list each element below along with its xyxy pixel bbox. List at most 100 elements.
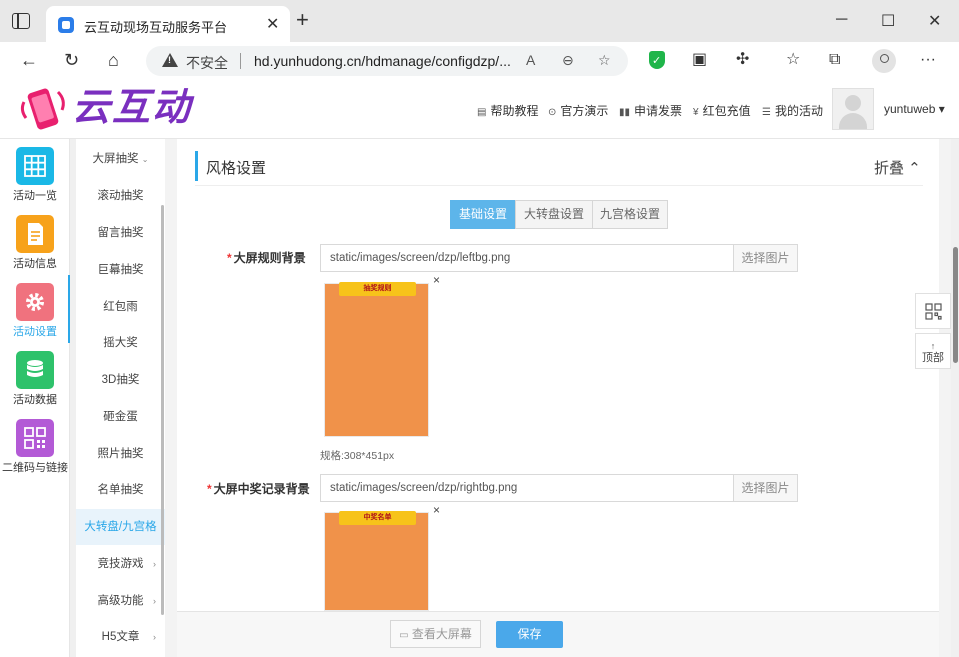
winner-bg-input[interactable]: static/images/screen/dzp/rightbg.png xyxy=(320,474,734,502)
required-mark: * xyxy=(207,482,212,496)
sub-item-advanced[interactable]: 高级功能 › xyxy=(76,583,165,619)
sub-item-list-lottery[interactable]: 名单抽奖 xyxy=(76,472,165,508)
sub-item-games[interactable]: 竞技游戏 › xyxy=(76,546,165,582)
tab-title: 云互动现场互动服务平台 xyxy=(84,20,228,35)
sidebar-item-data[interactable]: 活动数据 xyxy=(0,343,70,411)
window-close-button[interactable]: ✕ xyxy=(928,11,941,31)
tab-wheel-settings[interactable]: 大转盘设置 xyxy=(515,200,593,229)
tab-close-icon[interactable]: ✕ xyxy=(266,14,279,34)
sub-item-red-packet-rain[interactable]: 红包雨 xyxy=(76,289,165,325)
sub-item-label: 大转盘/九宫格 xyxy=(84,521,157,533)
profile-icon[interactable] xyxy=(872,49,896,73)
grid-icon xyxy=(16,147,54,185)
shield-extension-icon[interactable] xyxy=(649,51,665,70)
tab-basic-settings[interactable]: 基础设置 xyxy=(450,200,516,229)
sub-item-photo-lottery[interactable]: 照片抽奖 xyxy=(76,436,165,472)
username-dropdown[interactable]: yuntuweb ▾ xyxy=(884,102,945,116)
sidebar-label: 活动一览 xyxy=(13,190,57,202)
collections-icon[interactable]: ⧉ xyxy=(829,51,840,69)
sidebar-item-info[interactable]: 活动信息 xyxy=(0,207,70,275)
preview-label: 查看大屏幕 xyxy=(411,627,472,641)
winner-bg-label: * 大屏中奖记录背景 xyxy=(207,480,310,497)
sidebar-label: 活动设置 xyxy=(13,326,57,338)
sidebar-item-overview[interactable]: 活动一览 xyxy=(0,139,70,207)
url-text[interactable]: hd.yunhudong.cn/hdmanage/configdzp/... xyxy=(254,53,511,69)
extension-icon[interactable]: ▣ xyxy=(692,51,707,69)
required-mark: * xyxy=(227,251,232,265)
sidebar-label: 活动数据 xyxy=(13,394,57,406)
qrcode-float-button[interactable] xyxy=(915,293,951,329)
rule-bg-pick-button[interactable]: 选择图片 xyxy=(733,244,798,272)
preview-screen-button[interactable]: ▭ 查看大屏幕 xyxy=(390,620,481,648)
sub-item-screen-lottery[interactable]: 大屏抽奖 ⌄ xyxy=(76,141,165,177)
browser-tab[interactable]: 云互动现场互动服务平台 ✕ xyxy=(46,6,290,42)
nav-recharge-label: 红包充值 xyxy=(702,104,751,118)
sub-item-label: H5文章 xyxy=(101,631,140,643)
sub-item-label: 高级功能 xyxy=(97,595,144,607)
nav-recharge[interactable]: ¥ 红包充值 xyxy=(693,102,751,119)
sub-item-3d-lottery[interactable]: 3D抽奖 xyxy=(76,362,165,398)
monitor-icon: ▭ xyxy=(399,630,409,641)
back-to-top-label: 顶部 xyxy=(922,352,944,364)
winner-bg-thumbnail: 中奖名单 xyxy=(324,511,429,611)
sub-item-label: 滚动抽奖 xyxy=(97,190,144,202)
chevron-right-icon: › xyxy=(153,559,156,569)
sub-item-golden-egg[interactable]: 砸金蛋 xyxy=(76,399,165,435)
reload-icon[interactable]: ↻ xyxy=(64,50,79,70)
nav-invoice-label: 申请发票 xyxy=(634,104,683,118)
sub-item-wheel-grid[interactable]: 大转盘/九宫格 xyxy=(76,509,165,545)
nav-invoice[interactable]: ▮▮ 申请发票 xyxy=(619,102,682,119)
nav-help[interactable]: ▤ 帮助教程 xyxy=(477,102,538,119)
close-icon[interactable]: × xyxy=(433,503,440,517)
read-aloud-icon[interactable]: A xyxy=(526,52,535,68)
demo-icon: ⊙ xyxy=(548,107,557,118)
logo-text[interactable]: 云互动 xyxy=(72,86,192,130)
qrcode-icon xyxy=(925,303,942,320)
page-scrollbar-thumb[interactable] xyxy=(953,247,958,363)
sub-item-label: 砸金蛋 xyxy=(103,411,138,423)
window-maximize-button[interactable]: ☐ xyxy=(881,11,895,31)
sub-item-label: 红包雨 xyxy=(103,301,138,313)
tab-actions-icon[interactable] xyxy=(12,13,30,29)
sidebar-item-qrcode[interactable]: 二维码与链接 xyxy=(0,411,70,479)
home-icon[interactable]: ⌂ xyxy=(108,50,119,70)
close-icon[interactable]: × xyxy=(433,273,440,287)
invoice-icon: ▮▮ xyxy=(619,107,631,118)
more-menu-icon[interactable]: ··· xyxy=(920,51,936,69)
database-icon xyxy=(16,351,54,389)
puzzle-icon[interactable]: ✣ xyxy=(736,51,749,69)
tab-grid-settings[interactable]: 九宫格设置 xyxy=(592,200,668,229)
sub-item-label: 3D抽奖 xyxy=(101,374,140,386)
user-avatar[interactable] xyxy=(832,88,874,130)
sidebar-item-settings[interactable]: 活动设置 xyxy=(0,275,70,343)
sub-item-message-lottery[interactable]: 留言抽奖 xyxy=(76,215,165,251)
new-tab-button[interactable]: + xyxy=(296,9,309,31)
zoom-out-icon[interactable]: ⊖ xyxy=(562,52,574,69)
gear-icon xyxy=(16,283,54,321)
sub-item-giant-lottery[interactable]: 巨幕抽奖 xyxy=(76,252,165,288)
url-bar[interactable]: 不安全 hd.yunhudong.cn/hdmanage/configdzp/.… xyxy=(146,46,628,76)
winner-bg-pick-button[interactable]: 选择图片 xyxy=(733,474,798,502)
nav-demo-label: 官方演示 xyxy=(560,104,609,118)
page-scrollbar[interactable] xyxy=(951,139,959,657)
favorites-icon[interactable]: ☆ xyxy=(786,51,800,69)
collapse-button[interactable]: 折叠 ⌃ xyxy=(874,157,921,178)
winner-ribbon: 中奖名单 xyxy=(339,511,416,525)
size-spec: 规格:308*451px xyxy=(320,450,395,462)
submenu-scrollbar[interactable] xyxy=(161,205,164,615)
sub-item-shake-prize[interactable]: 摇大奖 xyxy=(76,325,165,361)
sub-item-scroll-lottery[interactable]: 滚动抽奖 xyxy=(76,178,165,214)
favorite-add-icon[interactable]: ☆ xyxy=(598,52,611,69)
nav-my-activities[interactable]: ☰ 我的活动 xyxy=(762,102,823,119)
back-arrow-icon[interactable]: ← xyxy=(20,50,38,70)
rule-bg-input[interactable]: static/images/screen/dzp/leftbg.png xyxy=(320,244,734,272)
winner-bg-label-text: 大屏中奖记录背景 xyxy=(213,482,310,496)
nav-demo[interactable]: ⊙ 官方演示 xyxy=(548,102,608,119)
window-minimize-button[interactable]: ─ xyxy=(836,11,847,29)
bottom-action-bar: ▭ 查看大屏幕 保存 xyxy=(177,611,939,657)
back-to-top-button[interactable]: ↑ 顶部 xyxy=(915,333,951,369)
save-button[interactable]: 保存 xyxy=(496,621,563,648)
sub-item-h5-article[interactable]: H5文章 › xyxy=(76,619,165,655)
rule-bg-label-text: 大屏规则背景 xyxy=(233,251,306,265)
insecure-label: 不安全 xyxy=(186,55,228,71)
